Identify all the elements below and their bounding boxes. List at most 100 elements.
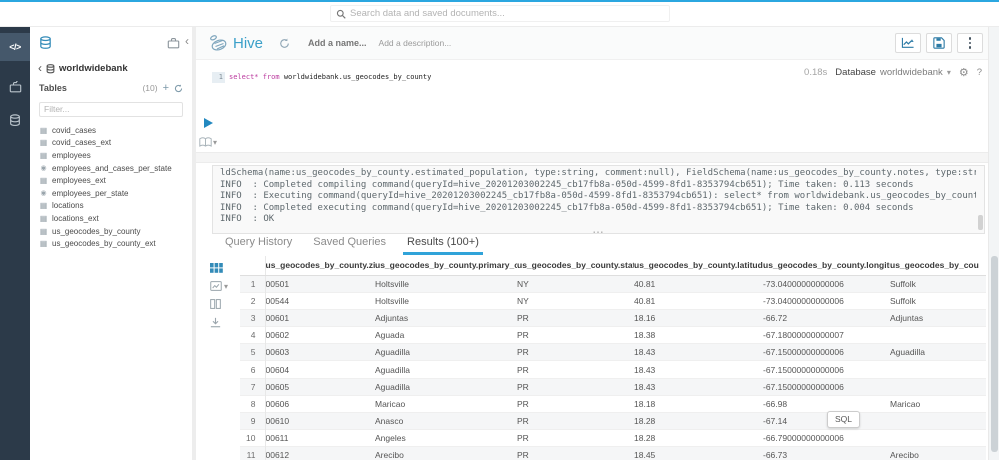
cell-primary-city: Holtsville xyxy=(375,275,517,292)
cell-zip: 00610 xyxy=(265,413,375,430)
table-icon xyxy=(39,214,48,223)
table-row[interactable]: 11 00612 Arecibo PR 18.45 -66.73 Arecibo xyxy=(240,447,986,460)
table-row[interactable]: 2 00544 Holtsville NY 40.81 -73.04000000… xyxy=(240,292,986,309)
table-filter-input[interactable] xyxy=(39,102,183,117)
table-item[interactable]: employees_and_cases_per_state xyxy=(39,162,192,175)
cell-longitude: -66.98 xyxy=(763,395,890,412)
table-row[interactable]: 9 00610 Anasco PR 18.28 -67.14 xyxy=(240,413,986,430)
more-actions-kebab-button[interactable] xyxy=(957,33,983,53)
cell-longitude: -67.15000000000006 xyxy=(763,361,890,378)
table-item-label: us_geocodes_by_county_ext xyxy=(52,239,156,248)
header-primary-city[interactable]: us_geocodes_by_county.primary_city xyxy=(375,256,517,275)
query-history-icon[interactable] xyxy=(279,38,290,49)
header-county[interactable]: us_geocodes_by_cou xyxy=(890,256,986,275)
cell-row-number: 11 xyxy=(240,447,265,460)
cell-longitude: -67.15000000000006 xyxy=(763,378,890,395)
chevron-down-icon: ▾ xyxy=(213,138,217,147)
grid-view-icon[interactable] xyxy=(210,263,234,273)
cell-longitude: -67.18000000000007 xyxy=(763,327,890,344)
rail-item-tables[interactable] xyxy=(0,106,30,134)
cell-longitude: -66.79000000000006 xyxy=(763,430,890,447)
sql-statement: select* from worldwidebank.us_geocodes_b… xyxy=(225,72,431,83)
code-line[interactable]: 1 select* from worldwidebank.us_geocodes… xyxy=(212,72,431,83)
chart-view-icon[interactable]: ▾ xyxy=(210,281,234,291)
collapse-panel-chevron-icon[interactable]: ‹ xyxy=(185,34,189,48)
back-chevron-icon[interactable]: ‹ xyxy=(38,64,42,73)
left-assist-panel: ‹ worldwidebank Tables (10) + xyxy=(30,27,192,460)
log-scrollbar-thumb[interactable] xyxy=(978,215,983,230)
breadcrumb-database[interactable]: ‹ worldwidebank xyxy=(38,63,184,74)
code-editor-icon: </> xyxy=(9,42,21,52)
table-row[interactable]: 5 00603 Aguadilla PR 18.43 -67.150000000… xyxy=(240,344,986,361)
tab-query-history[interactable]: Query History xyxy=(221,236,296,255)
table-item[interactable]: us_geocodes_by_county_ext xyxy=(39,237,192,250)
table-item[interactable]: locations xyxy=(39,200,192,213)
cell-state: PR xyxy=(517,309,634,326)
refresh-icon[interactable] xyxy=(174,84,183,93)
cell-latitude: 18.45 xyxy=(634,447,763,460)
cell-longitude: -67.15000000000006 xyxy=(763,344,890,361)
cell-longitude: -66.73 xyxy=(763,447,890,460)
cell-state: PR xyxy=(517,344,634,361)
search-input[interactable] xyxy=(350,8,664,19)
top-progress-line xyxy=(0,0,999,2)
cell-county: Arecibo xyxy=(890,447,986,460)
table-item-label: us_geocodes_by_county xyxy=(52,227,141,236)
sql-context-badge[interactable]: SQL xyxy=(827,411,860,428)
table-item[interactable]: covid_cases xyxy=(39,124,192,137)
log-line: INFO : Completed compiling command(query… xyxy=(220,180,976,192)
table-row[interactable]: 3 00601 Adjuntas PR 18.16 -66.72 Adjunta… xyxy=(240,309,986,326)
table-item[interactable]: employees_per_state xyxy=(39,187,192,200)
chart-button[interactable] xyxy=(895,33,921,53)
settings-gear-icon[interactable]: ⚙ xyxy=(959,66,969,79)
save-button[interactable] xyxy=(926,33,952,53)
download-icon[interactable] xyxy=(210,317,234,328)
assist-documents-icon[interactable] xyxy=(167,37,180,49)
table-row[interactable]: 6 00604 Aguadilla PR 18.43 -67.150000000… xyxy=(240,361,986,378)
add-table-icon[interactable]: + xyxy=(163,84,169,93)
table-item[interactable]: covid_cases_ext xyxy=(39,137,192,150)
table-item[interactable]: us_geocodes_by_county xyxy=(39,225,192,238)
table-icon xyxy=(39,227,48,236)
cell-county xyxy=(890,413,986,430)
table-item[interactable]: employees xyxy=(39,149,192,162)
docs-book-icon[interactable]: ▾ xyxy=(199,137,217,147)
tab-saved-queries[interactable]: Saved Queries xyxy=(309,236,390,255)
query-description-field[interactable]: Add a description... xyxy=(379,38,452,48)
tab-results[interactable]: Results (100+) xyxy=(403,236,483,255)
cell-latitude: 18.43 xyxy=(634,344,763,361)
header-row-number xyxy=(240,256,265,275)
line-number: 1 xyxy=(212,72,225,83)
header-longitude[interactable]: us_geocodes_by_county.longitude xyxy=(763,256,890,275)
log-resize-grip[interactable]: ... xyxy=(593,225,604,234)
columns-layout-icon[interactable] xyxy=(210,299,234,309)
execute-play-button[interactable] xyxy=(204,118,213,128)
cell-row-number: 4 xyxy=(240,327,265,344)
table-row[interactable]: 7 00605 Aguadilla PR 18.43 -67.150000000… xyxy=(240,378,986,395)
cell-zip: 00612 xyxy=(265,447,375,460)
left-rail: </> xyxy=(0,27,30,460)
header-latitude[interactable]: us_geocodes_by_county.latitude xyxy=(634,256,763,275)
table-item[interactable]: locations_ext xyxy=(39,212,192,225)
help-icon[interactable]: ? xyxy=(977,67,982,78)
rail-item-documents[interactable] xyxy=(0,73,30,101)
sql-editor[interactable]: 0.18s Database worldwidebank ▾ ⚙ ? 1 sel… xyxy=(196,60,988,152)
cell-state: PR xyxy=(517,430,634,447)
assist-database-icon[interactable] xyxy=(39,36,52,50)
query-name-field[interactable]: Add a name... xyxy=(308,38,367,48)
table-row[interactable]: 1 00501 Holtsville NY 40.81 -73.04000000… xyxy=(240,275,986,292)
editor-log-resizer[interactable] xyxy=(196,152,988,163)
database-selector[interactable]: Database worldwidebank ▾ xyxy=(835,67,951,78)
scrollbar-thumb[interactable] xyxy=(991,256,998,452)
kebab-menu-icon xyxy=(969,37,972,49)
table-row[interactable]: 4 00602 Aguada PR 18.38 -67.180000000000… xyxy=(240,327,986,344)
rail-item-editor[interactable]: </> xyxy=(0,33,30,61)
table-item[interactable]: employees_ext xyxy=(39,174,192,187)
table-row[interactable]: 10 00611 Angeles PR 18.28 -66.7900000000… xyxy=(240,430,986,447)
table-row[interactable]: 8 00606 Maricao PR 18.18 -66.98 Maricao xyxy=(240,395,986,412)
global-search[interactable] xyxy=(330,5,670,22)
database-name[interactable]: worldwidebank xyxy=(59,63,128,74)
panel-resizer[interactable]: ‹ xyxy=(192,27,196,460)
header-state[interactable]: us_geocodes_by_county.state xyxy=(517,256,634,275)
header-zip[interactable]: us_geocodes_by_county.zip xyxy=(265,256,375,275)
